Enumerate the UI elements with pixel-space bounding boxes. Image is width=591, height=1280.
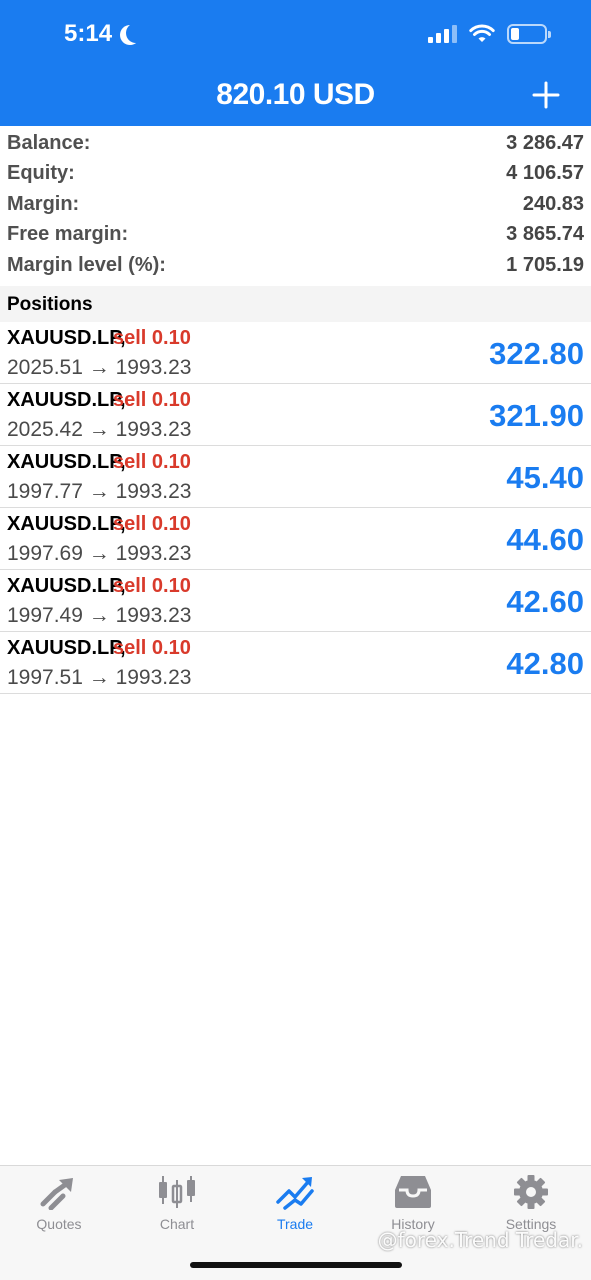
home-indicator[interactable]	[190, 1262, 402, 1268]
position-prices: 1997.51 → 1993.23	[7, 666, 192, 689]
position-prices: 1997.69 → 1993.23	[7, 542, 192, 565]
position-row[interactable]: XAUUSD.LP, sell 0.10 1997.51 → 1993.23 4…	[0, 632, 591, 694]
position-profit: 44.60	[506, 522, 584, 557]
summary-label: Margin level (%):	[7, 253, 166, 276]
summary-label: Balance:	[7, 131, 91, 154]
summary-label: Equity:	[7, 162, 75, 185]
position-side: sell 0.10	[113, 513, 191, 535]
tab-settings[interactable]: Settings	[472, 1174, 590, 1232]
clock-text: 5:14	[64, 20, 113, 47]
summary-label: Margin:	[7, 192, 80, 215]
gear-icon	[514, 1175, 548, 1209]
summary-row-balance: Balance: 3 286.47	[0, 128, 591, 159]
position-side: sell 0.10	[113, 637, 191, 659]
position-profit: 42.60	[506, 584, 584, 619]
tab-label: Trade	[276, 1216, 314, 1232]
position-row[interactable]: XAUUSD.LP, sell 0.10 2025.42 → 1993.23 3…	[0, 384, 591, 446]
position-symbol: XAUUSD.LP,	[7, 451, 126, 473]
summary-value: 240.83	[522, 192, 584, 215]
position-row[interactable]: XAUUSD.LP, sell 0.10 2025.51 → 1993.23 3…	[0, 322, 591, 384]
position-symbol: XAUUSD.LP,	[7, 575, 126, 597]
tab-history[interactable]: History	[354, 1174, 472, 1232]
summary-row-margin-level: Margin level (%): 1 705.19	[0, 250, 591, 281]
position-symbol: XAUUSD.LP,	[7, 637, 126, 659]
position-row[interactable]: XAUUSD.LP, sell 0.10 1997.77 → 1993.23 4…	[0, 446, 591, 508]
chart-icon	[159, 1176, 195, 1208]
account-summary: Balance: 3 286.47 Equity: 4 106.57 Margi…	[0, 128, 591, 281]
position-prices: 1997.77 → 1993.23	[7, 480, 192, 503]
summary-value: 1 705.19	[506, 253, 584, 276]
summary-value: 3 286.47	[506, 131, 584, 154]
summary-value: 4 106.57	[506, 162, 584, 185]
battery-icon	[507, 24, 551, 44]
position-prices: 1997.49 → 1993.23	[7, 604, 192, 627]
position-symbol: XAUUSD.LP,	[7, 327, 126, 349]
position-row[interactable]: XAUUSD.LP, sell 0.10 1997.69 → 1993.23 4…	[0, 508, 591, 570]
position-profit: 321.90	[489, 398, 584, 433]
position-side: sell 0.10	[113, 575, 191, 597]
tab-label: Quotes	[36, 1216, 82, 1232]
cellular-signal-icon	[428, 25, 457, 43]
summary-value: 3 865.74	[506, 223, 584, 246]
position-prices: 2025.42 → 1993.23	[7, 418, 192, 441]
tab-chart[interactable]: Chart	[118, 1174, 236, 1232]
history-icon	[395, 1176, 431, 1208]
tab-label: Chart	[159, 1216, 195, 1232]
trade-icon	[276, 1177, 314, 1210]
status-icons	[428, 24, 551, 44]
add-order-button[interactable]	[531, 80, 561, 110]
position-side: sell 0.10	[113, 389, 191, 411]
position-profit: 45.40	[506, 460, 584, 495]
positions-list: XAUUSD.LP, sell 0.10 2025.51 → 1993.23 3…	[0, 322, 591, 694]
summary-row-equity: Equity: 4 106.57	[0, 159, 591, 190]
position-symbol: XAUUSD.LP,	[7, 389, 126, 411]
summary-label: Free margin:	[7, 223, 129, 246]
watermark-text: @forex.Trend Tredar.	[377, 1228, 583, 1252]
position-profit: 42.80	[506, 646, 584, 681]
tab-trade[interactable]: Trade	[236, 1174, 354, 1232]
position-profit: 322.80	[489, 336, 584, 371]
position-row[interactable]: XAUUSD.LP, sell 0.10 1997.49 → 1993.23 4…	[0, 570, 591, 632]
position-prices: 2025.51 → 1993.23	[7, 356, 192, 379]
position-side: sell 0.10	[113, 451, 191, 473]
tab-quotes[interactable]: Quotes	[0, 1174, 118, 1232]
page-title: 820.10 USD	[216, 78, 375, 111]
position-symbol: XAUUSD.LP,	[7, 513, 126, 535]
summary-row-free-margin: Free margin: 3 865.74	[0, 220, 591, 251]
quotes-icon	[40, 1178, 73, 1210]
wifi-icon	[469, 24, 495, 42]
moon-icon	[126, 23, 146, 43]
status-time: 5:14	[64, 20, 138, 48]
positions-header: Positions	[0, 286, 591, 322]
app-header: 5:14 820.10 USD	[0, 0, 591, 126]
position-side: sell 0.10	[113, 327, 191, 349]
summary-row-margin: Margin: 240.83	[0, 189, 591, 220]
